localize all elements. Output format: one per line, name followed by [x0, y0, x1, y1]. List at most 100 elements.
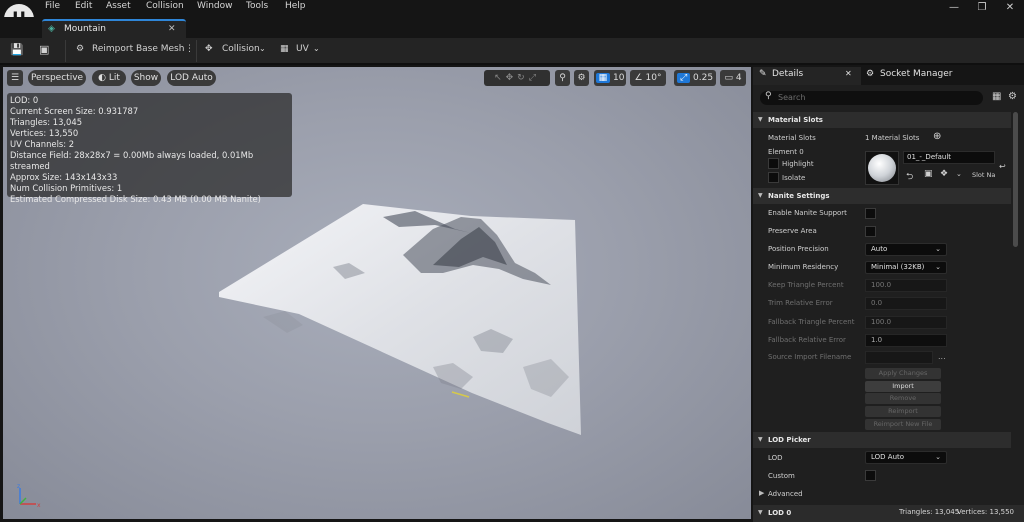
rotation-snap-button[interactable]: ∠ 10° [630, 70, 666, 86]
browse-file-button[interactable]: ... [938, 352, 946, 361]
reimport-base-mesh-button[interactable]: Reimport Base Mesh [92, 44, 184, 54]
close-details-icon[interactable]: ✕ [845, 69, 852, 78]
tab-socket-manager[interactable]: Socket Manager [880, 69, 952, 79]
save-icon[interactable]: 💾 [10, 43, 24, 56]
custom-checkbox[interactable] [865, 470, 876, 481]
camera-speed-value: 4 [735, 73, 742, 83]
tab-mountain[interactable]: ◈ Mountain ✕ [42, 19, 186, 38]
collision-button[interactable]: Collision [222, 44, 260, 54]
keep-triangle-field[interactable]: 100.0 [865, 279, 947, 292]
menu-help[interactable]: Help [285, 1, 306, 11]
enable-nanite-label: Enable Nanite Support [768, 209, 847, 217]
find-in-browser-icon[interactable]: ▣ [924, 169, 933, 179]
uv-button[interactable]: UV [296, 44, 309, 54]
material-options-icon[interactable]: ❖ [940, 169, 948, 179]
trim-error-field[interactable]: 0.0 [865, 297, 947, 310]
material-thumbnail[interactable] [865, 151, 899, 185]
enable-nanite-checkbox[interactable] [865, 208, 876, 219]
minimum-residency-dropdown[interactable]: Minimal (32KB) ⌄ [865, 261, 947, 274]
menu-edit[interactable]: Edit [75, 1, 92, 11]
import-button[interactable]: Import [865, 381, 941, 392]
isolate-checkbox[interactable] [768, 172, 779, 183]
menu-file[interactable]: File [45, 1, 60, 11]
chevron-down-icon[interactable]: ⌄ [313, 44, 320, 53]
section-lod-picker[interactable]: ▼ LOD Picker [753, 432, 1011, 448]
reimport-new-file-button[interactable]: Reimport New File [865, 419, 941, 430]
reset-arrow-icon[interactable]: ↩ [999, 162, 1006, 171]
section-title: LOD Picker [768, 436, 811, 444]
material-sphere [868, 154, 896, 182]
axis-gizmo-icon: z x [17, 484, 41, 509]
highlight-label: Highlight [782, 160, 814, 168]
lod-auto-button[interactable]: LOD Auto [167, 70, 216, 86]
highlight-checkbox[interactable] [768, 158, 779, 169]
camera-speed-button[interactable]: ▭ 4 [720, 70, 746, 86]
menu-asset[interactable]: Asset [106, 1, 131, 11]
material-slots-count: 1 Material Slots [865, 134, 920, 142]
stat-collision: Num Collision Primitives: 1 [10, 183, 123, 193]
lod-label: LOD [768, 454, 783, 462]
menu-tools[interactable]: Tools [246, 1, 268, 11]
viewport-menu-icon[interactable]: ☰ [7, 70, 23, 86]
reimport-button[interactable]: Reimport [865, 406, 941, 417]
material-slots-label: Material Slots [768, 134, 816, 142]
menu-window[interactable]: Window [197, 1, 233, 11]
browse-asset-icon[interactable]: ▣ [39, 43, 49, 56]
lit-button[interactable]: ◐ Lit [92, 70, 126, 86]
lod0-vertices: Vertices: 13,550 [957, 508, 1014, 516]
source-import-field[interactable] [865, 351, 933, 364]
more-options-icon[interactable]: ⋮ [185, 44, 194, 54]
minimize-icon[interactable]: — [944, 2, 964, 13]
section-material-slots[interactable]: ▼ Material Slots [753, 112, 1011, 128]
section-nanite-settings[interactable]: ▼ Nanite Settings [753, 188, 1011, 204]
fallback-triangle-field[interactable]: 100.0 [865, 316, 947, 329]
custom-label: Custom [768, 472, 795, 480]
collapse-arrow-icon: ▼ [758, 436, 763, 443]
tab-details[interactable]: Details [772, 69, 803, 79]
material-picker[interactable]: 01_-_Default [903, 151, 995, 164]
fallback-error-field[interactable]: 1.0 [865, 334, 947, 347]
chevron-down-icon[interactable]: ⌄ [956, 170, 962, 178]
stat-disk-size: Estimated Compressed Disk Size: 0.43 MB … [10, 194, 261, 204]
toolbar-divider [65, 40, 66, 62]
close-tab-icon[interactable]: ✕ [168, 24, 176, 34]
advanced-label[interactable]: Advanced [768, 490, 803, 498]
scale-snap-button[interactable]: ⤢ 0.25 [674, 70, 716, 86]
settings-gear-icon[interactable]: ⚙ [1008, 91, 1017, 102]
table-view-icon[interactable]: ▦ [992, 91, 1001, 102]
restore-icon[interactable]: ❐ [972, 2, 992, 13]
lod-dropdown[interactable]: LOD Auto ⌄ [865, 451, 947, 464]
scale-snap-icon: ⤢ [676, 73, 691, 83]
panel-scrollbar[interactable] [1013, 112, 1018, 247]
stats-overlay: LOD: 0 Current Screen Size: 0.931787 Tri… [7, 93, 292, 204]
section-title: LOD 0 [768, 509, 792, 517]
search-icon: ⚲ [765, 91, 772, 101]
preserve-area-checkbox[interactable] [865, 226, 876, 237]
browse-icon[interactable]: ⮌ [906, 169, 913, 185]
search-input[interactable]: Search [760, 91, 983, 105]
menu-collision[interactable]: Collision [146, 1, 184, 11]
show-button[interactable]: Show [131, 70, 161, 86]
chevron-down-icon[interactable]: ⌄ [259, 44, 266, 53]
keep-triangle-label: Keep Triangle Percent [768, 281, 844, 289]
world-space-icon[interactable]: ⚙ [574, 70, 589, 86]
position-precision-value: Auto [871, 245, 888, 253]
surface-snap-icon[interactable]: ⚲ [555, 70, 570, 86]
collapse-arrow-icon: ▼ [758, 509, 763, 516]
grid-snap-value: 10 [612, 73, 625, 83]
transform-tools[interactable]: ↖✥↻⤢ [484, 70, 550, 86]
position-precision-dropdown[interactable]: Auto ⌄ [865, 243, 947, 256]
perspective-button[interactable]: Perspective [28, 70, 86, 86]
close-window-icon[interactable]: ✕ [1000, 2, 1020, 13]
remove-button[interactable]: Remove [865, 393, 941, 404]
position-precision-label: Position Precision [768, 245, 829, 253]
chevron-down-icon: ⌄ [935, 245, 941, 253]
expand-arrow-icon[interactable]: ▶ [759, 489, 764, 497]
svg-text:z: z [17, 484, 20, 490]
minimum-residency-value: Minimal (32KB) [871, 263, 925, 271]
add-slot-icon[interactable]: ⊕ [933, 131, 941, 142]
grid-snap-button[interactable]: ▦ 10 [594, 70, 626, 86]
apply-changes-button[interactable]: Apply Changes [865, 368, 941, 379]
fallback-error-label: Fallback Relative Error [768, 336, 846, 344]
stat-uv-channels: UV Channels: 2 [10, 139, 75, 149]
